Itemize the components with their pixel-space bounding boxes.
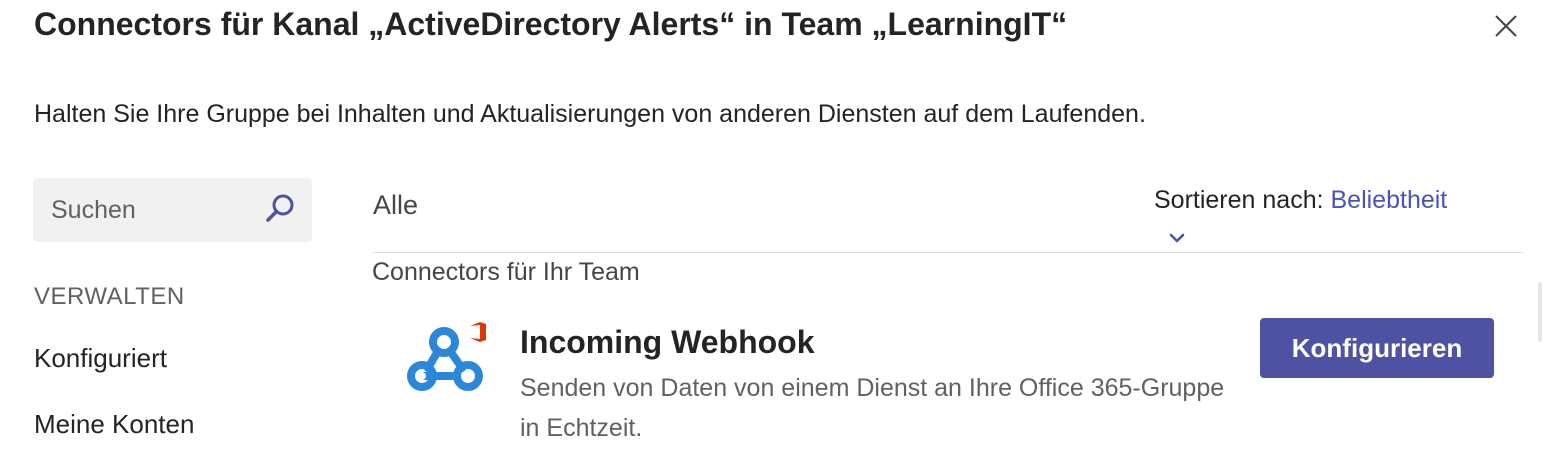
- search-input[interactable]: [51, 190, 261, 230]
- dialog-subtitle: Halten Sie Ihre Gruppe bei Inhalten und …: [34, 100, 1146, 128]
- webhook-icon: [407, 322, 486, 391]
- search-icon[interactable]: [263, 192, 297, 226]
- connector-description: Senden von Daten von einem Dienst an Ihr…: [520, 374, 1225, 442]
- group-title: Connectors für Ihr Team: [372, 258, 640, 286]
- office-icon: [470, 322, 486, 342]
- sort-label: Sortieren nach:: [1154, 186, 1324, 214]
- sidebar-item-configured[interactable]: Konfiguriert: [34, 343, 167, 374]
- close-icon[interactable]: [1488, 8, 1524, 44]
- configure-button[interactable]: Konfigurieren: [1260, 318, 1494, 378]
- divider: [372, 252, 1524, 253]
- section-label-manage: VERWALTEN: [34, 283, 185, 310]
- sidebar-item-my-accounts[interactable]: Meine Konten: [34, 409, 194, 440]
- search-box: [33, 178, 312, 242]
- scrollbar[interactable]: [1538, 282, 1542, 342]
- sort-control: Sortieren nach: Beliebtheit: [1154, 186, 1447, 215]
- dialog-title: Connectors für Kanal „ActiveDirectory Al…: [34, 6, 1068, 42]
- filter-all[interactable]: Alle: [373, 190, 418, 221]
- connector-name: Incoming Webhook: [520, 324, 815, 360]
- chevron-down-icon[interactable]: [1166, 230, 1188, 246]
- sort-value[interactable]: Beliebtheit: [1331, 186, 1448, 214]
